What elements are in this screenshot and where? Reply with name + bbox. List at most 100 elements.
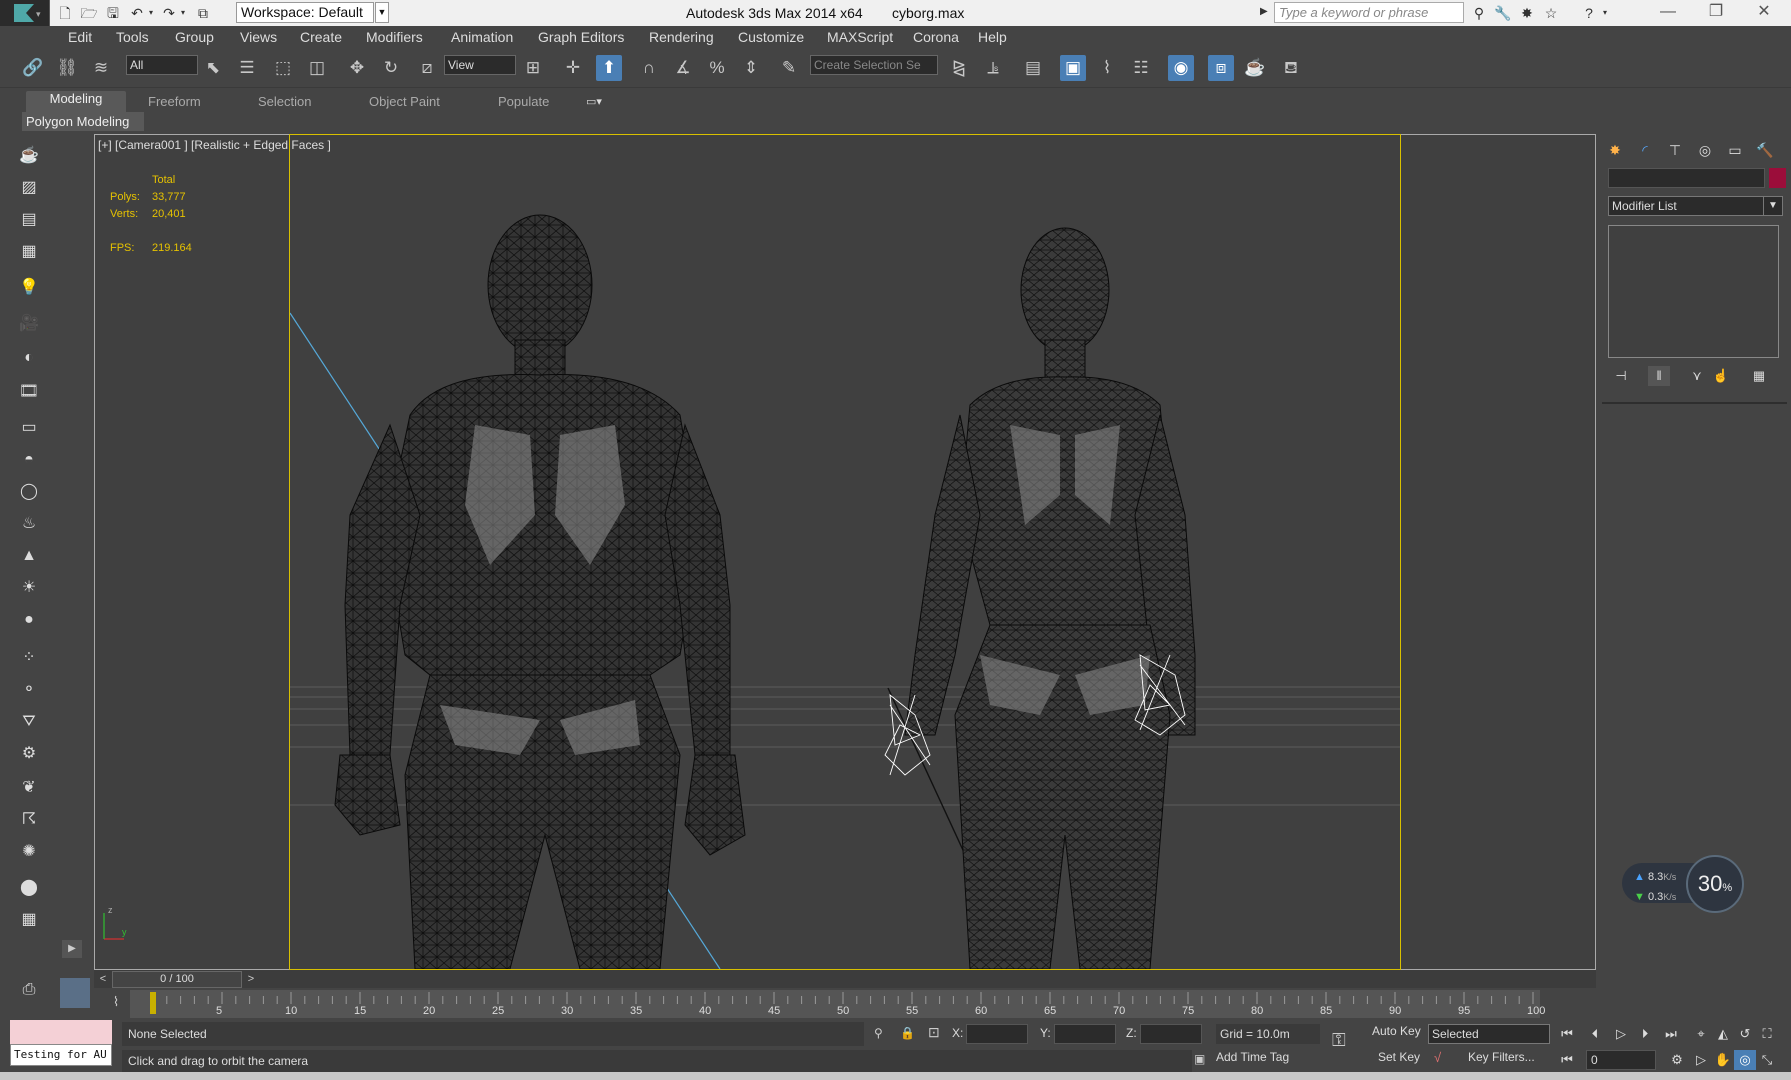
rectangular-selection-icon[interactable]: ⬚ [270, 55, 296, 81]
remove-modifier-icon[interactable]: ☝ [1710, 366, 1732, 386]
redo-icon[interactable]: ↷ [160, 4, 178, 22]
create-tab-icon[interactable]: ✸ [1602, 138, 1628, 162]
select-by-name-icon[interactable]: ☰ [234, 55, 260, 81]
make-unique-icon[interactable]: ⋎ [1686, 366, 1708, 386]
select-object-icon[interactable]: ⬉ [200, 55, 226, 81]
undo-icon[interactable]: ↶ [128, 4, 146, 22]
modify-tab-icon[interactable]: ◜ [1632, 138, 1658, 162]
key-mode-dropdown[interactable]: Selected [1428, 1024, 1550, 1044]
orbit-camera-icon[interactable]: ↺ [1734, 1024, 1756, 1044]
menu-group[interactable]: Group [175, 26, 214, 48]
printer-icon[interactable]: ⎙ [14, 976, 44, 1004]
maxscript-input[interactable]: Testing for AU [10, 1044, 112, 1066]
plane-icon[interactable]: ▭ [14, 414, 44, 442]
modifier-list-dropdown[interactable]: Modifier List [1608, 196, 1783, 216]
menu-rendering[interactable]: Rendering [649, 26, 714, 48]
tab-freeform[interactable]: Freeform [148, 92, 201, 112]
open-file-icon[interactable]: 🗁 [80, 4, 98, 22]
menu-maxscript[interactable]: MAXScript [827, 26, 893, 48]
motion-tab-icon[interactable]: ◎ [1692, 138, 1718, 162]
particles-icon[interactable]: ⁘ [14, 644, 44, 672]
selection-filter-dropdown[interactable]: All [126, 55, 198, 75]
expand-viewport-icon[interactable]: ▶ [62, 940, 82, 958]
pan-view-icon[interactable]: ✋ [1712, 1050, 1734, 1070]
unlink-icon[interactable]: ⛓ [54, 55, 80, 81]
named-selection-dropdown[interactable]: Create Selection Se [810, 55, 938, 75]
scene-render[interactable] [290, 135, 1400, 969]
current-frame-field[interactable]: 0 [1586, 1050, 1656, 1070]
time-slider[interactable] [94, 970, 1596, 988]
tab-modeling[interactable]: Modeling [26, 91, 126, 113]
time-slider-thumb[interactable]: 0 / 100 [112, 971, 242, 988]
zoom-extents-icon[interactable]: ⌖ [1690, 1024, 1712, 1044]
default-in-out-tangents-icon[interactable]: √ [1434, 1050, 1441, 1065]
next-frame-icon[interactable]: > [244, 972, 258, 986]
select-and-link-icon[interactable]: 🔗 [20, 55, 46, 81]
workspace-dropdown[interactable]: Workspace: Default [236, 2, 374, 23]
tab-selection[interactable]: Selection [258, 92, 311, 112]
table-icon[interactable]: ▦ [14, 238, 44, 266]
play-icon[interactable]: ▷ [1610, 1024, 1632, 1044]
layer-manager-icon[interactable]: ▤ [1020, 55, 1046, 81]
search-input[interactable]: Type a keyword or phrase [1274, 2, 1464, 23]
new-file-icon[interactable]: 🗋 [56, 4, 74, 22]
close-icon[interactable]: ✕ [1742, 0, 1786, 26]
menu-corona[interactable]: Corona [913, 26, 959, 48]
gear-icon[interactable]: ⚙ [14, 740, 44, 768]
spinner-snap-icon[interactable]: ⇕ [738, 55, 764, 81]
teapot-object-icon[interactable]: ♨ [14, 510, 44, 538]
select-and-move-icon[interactable]: ✥ [344, 55, 370, 81]
material-editor-icon[interactable]: ◉ [1168, 55, 1194, 81]
subscription-icon[interactable]: 🔧 [1494, 4, 1512, 22]
restore-icon[interactable]: ❐ [1694, 0, 1738, 26]
menu-tools[interactable]: Tools [116, 26, 149, 48]
pin-stack-icon[interactable]: ⊣ [1610, 366, 1632, 386]
network-monitor-widget[interactable]: ▲ 8.3K/s ▼ 0.3K/s 30% [1622, 855, 1746, 913]
dome-icon[interactable]: ◓ [14, 446, 44, 474]
time-tag-icon[interactable]: ▣ [1194, 1052, 1205, 1066]
dynamics-icon[interactable]: ⚬ [14, 676, 44, 704]
rotate-view-icon[interactable]: ◐ [14, 344, 44, 372]
keyboard-shortcut-override-icon[interactable]: ⬆ [596, 55, 622, 81]
selection-lock-icon[interactable]: 🔒 [900, 1026, 915, 1040]
go-to-start-icon[interactable]: ⏮ [1556, 1024, 1578, 1044]
menu-edit[interactable]: Edit [68, 26, 92, 48]
schematic-view-icon[interactable]: ☷ [1128, 55, 1154, 81]
hold-icon[interactable]: ⧉ [194, 4, 212, 22]
select-and-manipulate-icon[interactable]: ✛ [560, 55, 586, 81]
material-sphere-icon[interactable]: ⬤ [14, 874, 44, 902]
pivot-center-icon[interactable]: ⊞ [520, 55, 546, 81]
maxscript-output[interactable] [10, 1020, 112, 1044]
cone-icon[interactable]: ▲ [14, 542, 44, 570]
current-frame-marker[interactable] [150, 992, 156, 1014]
go-to-end-icon[interactable]: ⏭ [1660, 1024, 1682, 1044]
configure-sets-icon[interactable]: ▦ [1748, 366, 1770, 386]
help-icon[interactable]: ? [1580, 4, 1598, 22]
sun-icon[interactable]: ☀ [14, 574, 44, 602]
disc-icon[interactable]: ● [14, 606, 44, 634]
favorites-icon[interactable]: ☆ [1542, 4, 1560, 22]
curve-editor-icon[interactable]: ⌇ [1094, 55, 1120, 81]
select-and-scale-icon[interactable]: ⧄ [414, 55, 440, 81]
dolly-camera-icon[interactable]: ▷ [1690, 1050, 1712, 1070]
undo-dropdown-icon[interactable]: ▾ [146, 4, 156, 22]
orbit-active-icon[interactable]: ◎ [1734, 1050, 1756, 1070]
angle-snap-icon[interactable]: ∡ [670, 55, 696, 81]
workspace-dropdown-arrow[interactable]: ▼ [375, 2, 389, 23]
menu-views[interactable]: Views [240, 26, 277, 48]
hair-fur-icon[interactable]: ☈ [14, 806, 44, 834]
auto-key-button[interactable]: Auto Key [1372, 1024, 1421, 1038]
key-mode-toggle-icon[interactable]: ⏮ [1556, 1050, 1578, 1070]
key-filters-button[interactable]: Key Filters... [1468, 1050, 1535, 1064]
time-configuration-icon[interactable]: ⚙ [1666, 1050, 1688, 1070]
set-key-button[interactable]: Set Key [1378, 1050, 1420, 1064]
previous-key-icon[interactable]: ⏴ [1584, 1024, 1606, 1044]
sphere-icon[interactable]: ◯ [14, 478, 44, 506]
minimize-icon[interactable]: — [1646, 0, 1690, 26]
modifier-list-arrow-icon[interactable]: ▼ [1763, 196, 1783, 216]
percent-snap-icon[interactable]: % [704, 55, 730, 81]
open-mini-curve-editor-icon[interactable]: ⌇ [104, 994, 128, 1014]
light-icon[interactable]: 💡 [14, 274, 44, 302]
maximize-viewport-icon[interactable]: ⛶ [1756, 1024, 1778, 1044]
max-tool-icon[interactable]: ⛛ [14, 708, 44, 736]
